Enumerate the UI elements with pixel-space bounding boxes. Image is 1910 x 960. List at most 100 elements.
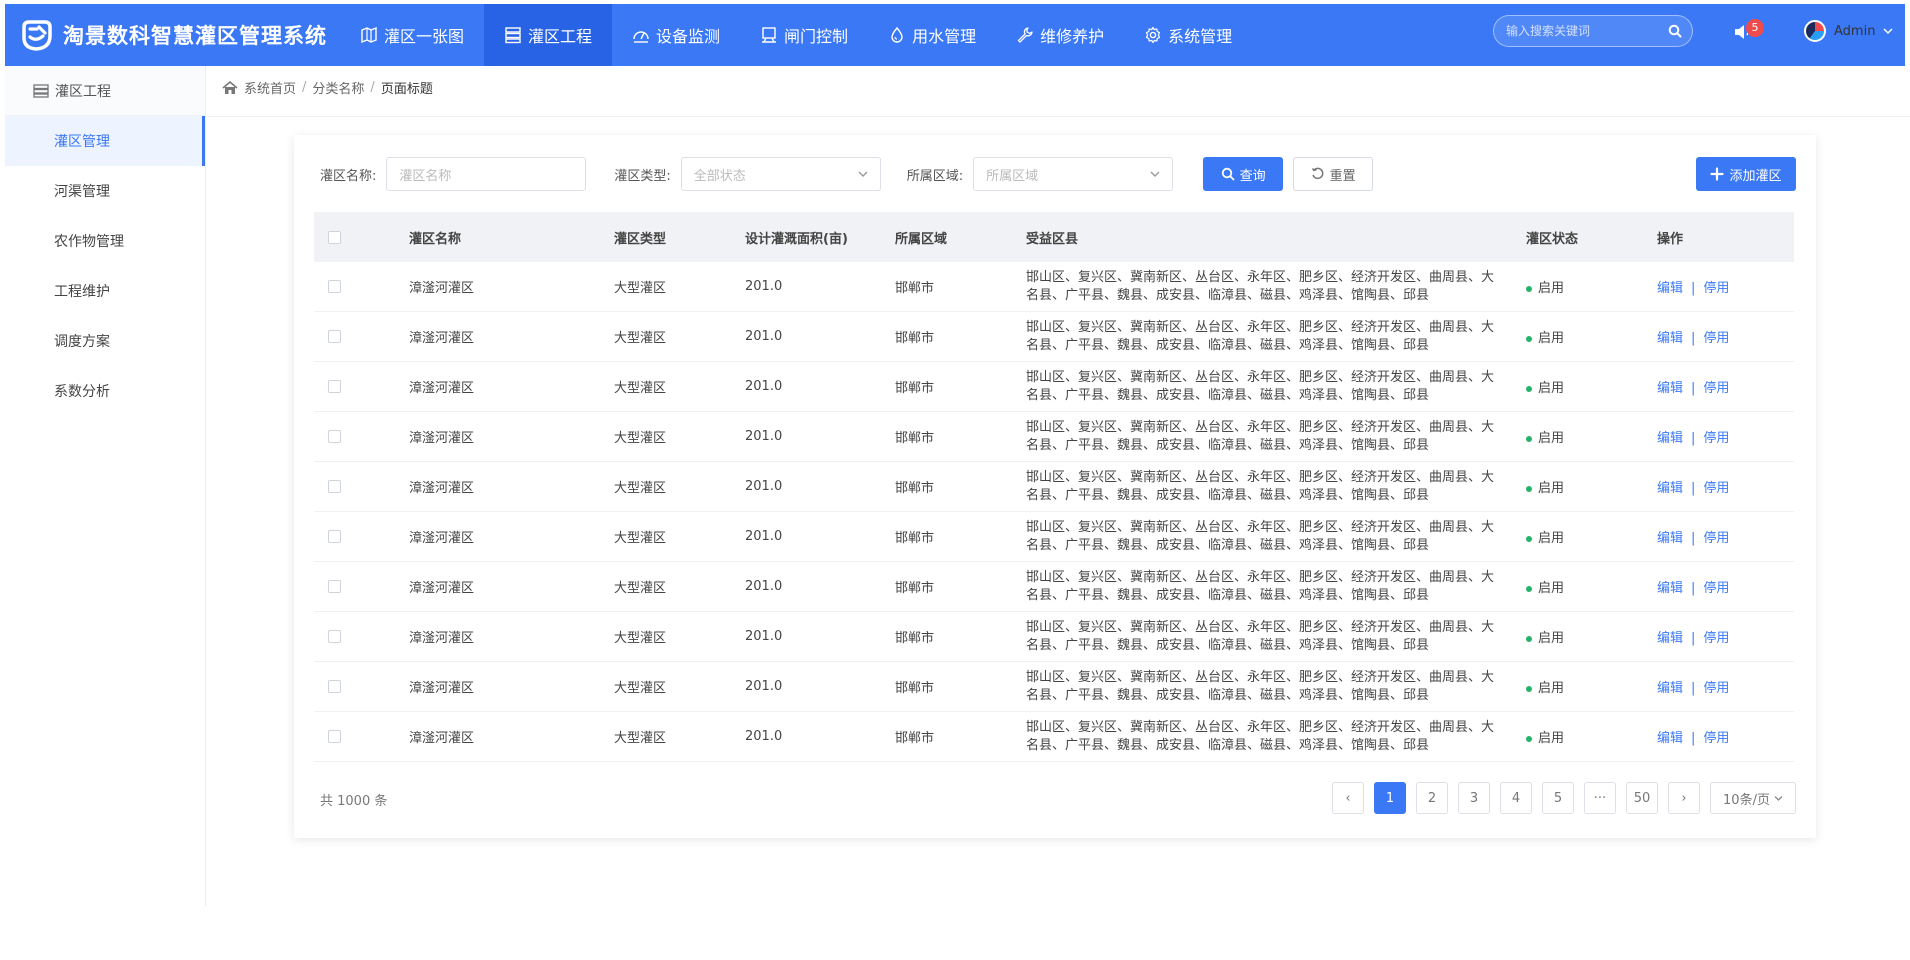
disable-link[interactable]: 停用 — [1703, 531, 1729, 546]
edit-link[interactable]: 编辑 — [1657, 281, 1683, 296]
cell-counties: 邯山区、复兴区、冀南新区、丛台区、永年区、肥乡区、经济开发区、曲周县、大名县、广… — [1026, 619, 1495, 653]
column-header-region[interactable]: 所属区域 — [895, 228, 1026, 247]
status-text: 启用 — [1538, 581, 1565, 596]
page-button[interactable]: 4 — [1500, 782, 1532, 814]
row-checkbox[interactable] — [327, 730, 341, 743]
disable-link[interactable]: 停用 — [1703, 481, 1729, 496]
edit-link[interactable]: 编辑 — [1657, 431, 1683, 446]
sidebar-item-4[interactable]: 调度方案 — [5, 316, 205, 366]
breadcrumb-home[interactable]: 系统首页 — [244, 78, 296, 97]
nav-item-1[interactable]: 灌区工程 — [484, 4, 613, 66]
edit-link[interactable]: 编辑 — [1657, 631, 1683, 646]
logo-mark-icon — [19, 18, 53, 52]
reset-icon — [1311, 167, 1324, 180]
column-header-status[interactable]: 灌区状态 — [1526, 228, 1657, 247]
name-filter-input[interactable]: 灌区名称 — [386, 157, 587, 191]
next-page-button[interactable]: › — [1668, 782, 1700, 814]
sidebar-item-0[interactable]: 灌区管理 — [5, 116, 205, 166]
breadcrumb-separator: / — [370, 80, 375, 95]
filter-bar: 灌区名称: 灌区名称 灌区类型: 全部状态 所属区域: 所属区域 查询 重置 添… — [320, 156, 1796, 192]
home-icon[interactable] — [222, 80, 238, 95]
column-header-counties[interactable]: 受益区县 — [1026, 228, 1526, 247]
edit-link[interactable]: 编辑 — [1657, 581, 1683, 596]
cell-area: 201.0 — [745, 679, 783, 694]
nav-item-5[interactable]: 维修养护 — [996, 4, 1124, 66]
avatar[interactable] — [1804, 20, 1826, 42]
table-row: 漳滏河灌区 大型灌区 201.0 邯郸市 邯山区、复兴区、冀南新区、丛台区、永年区、肥乡… — [314, 612, 1794, 662]
disable-link[interactable]: 停用 — [1703, 631, 1729, 646]
search-input[interactable] — [1506, 24, 1656, 38]
page-size-select[interactable]: 10条/页 — [1710, 782, 1796, 814]
nav-item-0[interactable]: 灌区一张图 — [340, 4, 484, 66]
sidebar-item-5[interactable]: 系数分析 — [5, 366, 205, 416]
status-dot-icon — [1526, 685, 1532, 692]
page-button[interactable]: ··· — [1584, 782, 1616, 814]
status-text: 启用 — [1538, 281, 1565, 296]
nav-item-4[interactable]: 用水管理 — [868, 4, 996, 66]
disable-link[interactable]: 停用 — [1703, 431, 1729, 446]
breadcrumb-separator: / — [302, 80, 307, 95]
row-checkbox[interactable] — [327, 630, 341, 643]
page-button[interactable]: 5 — [1542, 782, 1574, 814]
region-filter-select[interactable]: 所属区域 — [973, 157, 1174, 191]
row-checkbox[interactable] — [327, 380, 341, 393]
cell-counties: 邯山区、复兴区、冀南新区、丛台区、永年区、肥乡区、经济开发区、曲周县、大名县、广… — [1026, 719, 1495, 753]
edit-link[interactable]: 编辑 — [1657, 331, 1683, 346]
logo[interactable]: 淘景数科智慧灌区管理系统 — [5, 4, 340, 66]
row-checkbox[interactable] — [327, 280, 341, 293]
sidebar-item-2[interactable]: 农作物管理 — [5, 216, 205, 266]
global-search[interactable] — [1493, 15, 1693, 47]
select-all-checkbox[interactable] — [327, 230, 341, 244]
user-name[interactable]: Admin — [1834, 24, 1875, 39]
type-filter-select[interactable]: 全部状态 — [680, 157, 881, 191]
page-button[interactable]: 1 — [1374, 782, 1406, 814]
prev-page-button[interactable]: ‹ — [1332, 782, 1364, 814]
column-header-type[interactable]: 灌区类型 — [614, 228, 745, 247]
edit-link[interactable]: 编辑 — [1657, 381, 1683, 396]
row-checkbox[interactable] — [327, 530, 341, 543]
edit-link[interactable]: 编辑 — [1657, 531, 1683, 546]
row-checkbox[interactable] — [327, 480, 341, 493]
reset-button[interactable]: 重置 — [1293, 157, 1374, 191]
gear-icon — [1144, 26, 1162, 44]
nav-item-label: 维修养护 — [1040, 27, 1105, 46]
page-button[interactable]: 2 — [1416, 782, 1448, 814]
cell-status: 启用 — [1526, 327, 1657, 346]
nav-item-2[interactable]: 设备监测 — [612, 4, 740, 66]
nav-item-6[interactable]: 系统管理 — [1124, 4, 1252, 66]
edit-link[interactable]: 编辑 — [1657, 681, 1683, 696]
disable-link[interactable]: 停用 — [1703, 681, 1729, 696]
row-checkbox[interactable] — [327, 430, 341, 443]
disable-link[interactable]: 停用 — [1703, 281, 1729, 296]
disable-link[interactable]: 停用 — [1703, 331, 1729, 346]
cell-status: 启用 — [1526, 527, 1657, 546]
add-irrigation-area-button[interactable]: 添加灌区 — [1696, 157, 1796, 191]
disable-link[interactable]: 停用 — [1703, 731, 1729, 746]
search-icon[interactable] — [1668, 24, 1682, 38]
column-header-name[interactable]: 灌区名称 — [409, 228, 614, 247]
disable-link[interactable]: 停用 — [1703, 581, 1729, 596]
sidebar-item-3[interactable]: 工程维护 — [5, 266, 205, 316]
nav-item-label: 用水管理 — [912, 27, 977, 46]
row-checkbox[interactable] — [327, 680, 341, 693]
cell-region: 邯郸市 — [895, 481, 935, 496]
edit-link[interactable]: 编辑 — [1657, 731, 1683, 746]
sidebar-item-1[interactable]: 河渠管理 — [5, 166, 205, 216]
edit-link[interactable]: 编辑 — [1657, 481, 1683, 496]
pagination: ‹ 1 2 3 4 5 ··· 50 › 10条/页 — [1322, 782, 1796, 814]
breadcrumb-category[interactable]: 分类名称 — [312, 78, 364, 97]
nav-item-3[interactable]: 闸门控制 — [740, 4, 868, 66]
column-header-area[interactable]: 设计灌溉面积(亩) — [745, 228, 895, 247]
notification-badge[interactable]: 5 — [1746, 19, 1764, 37]
page-button[interactable]: 50 — [1626, 782, 1658, 814]
disable-link[interactable]: 停用 — [1703, 381, 1729, 396]
query-button[interactable]: 查询 — [1203, 157, 1284, 191]
cell-counties: 邯山区、复兴区、冀南新区、丛台区、永年区、肥乡区、经济开发区、曲周县、大名县、广… — [1026, 269, 1495, 303]
page-button[interactable]: 3 — [1458, 782, 1490, 814]
row-checkbox[interactable] — [327, 580, 341, 593]
cell-actions: 编辑 | 停用 — [1657, 677, 1794, 696]
row-checkbox[interactable] — [327, 330, 341, 343]
region-filter-label: 所属区域: — [906, 168, 964, 184]
chevron-down-icon[interactable] — [1883, 26, 1893, 36]
user-menu[interactable]: Admin — [1804, 20, 1893, 42]
